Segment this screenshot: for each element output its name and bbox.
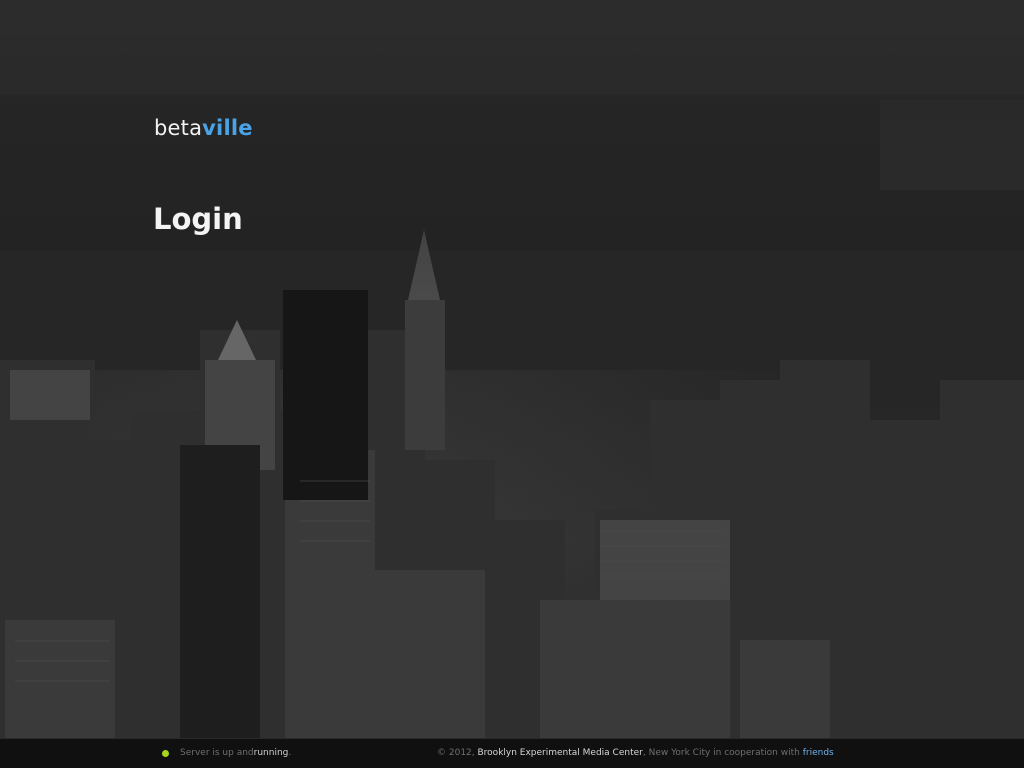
footer-bar: Server is up and running. © 2012, Brookl… — [0, 738, 1024, 768]
logo-text-plain: beta — [154, 116, 203, 140]
page-title: Login — [153, 202, 243, 236]
login-page: betaville Login Server is up and running… — [0, 0, 1024, 768]
sky-haze — [0, 0, 1024, 300]
footer-credits: © 2012, Brooklyn Experimental Media Cent… — [437, 748, 834, 758]
status-suffix: . — [288, 748, 292, 758]
status-state: running — [253, 748, 289, 758]
copyright-text: © 2012, — [437, 748, 478, 758]
organization-name: Brooklyn Experimental Media Center — [477, 748, 643, 758]
status-prefix: Server is up and — [180, 748, 254, 758]
logo-text-accent: ville — [202, 116, 253, 140]
betaville-logo[interactable]: betaville — [154, 116, 253, 140]
server-status: Server is up and running. — [162, 748, 291, 758]
friends-link[interactable]: friends — [803, 748, 834, 758]
location-text: , New York City in cooperation with — [642, 748, 803, 758]
status-indicator-icon — [162, 749, 169, 757]
